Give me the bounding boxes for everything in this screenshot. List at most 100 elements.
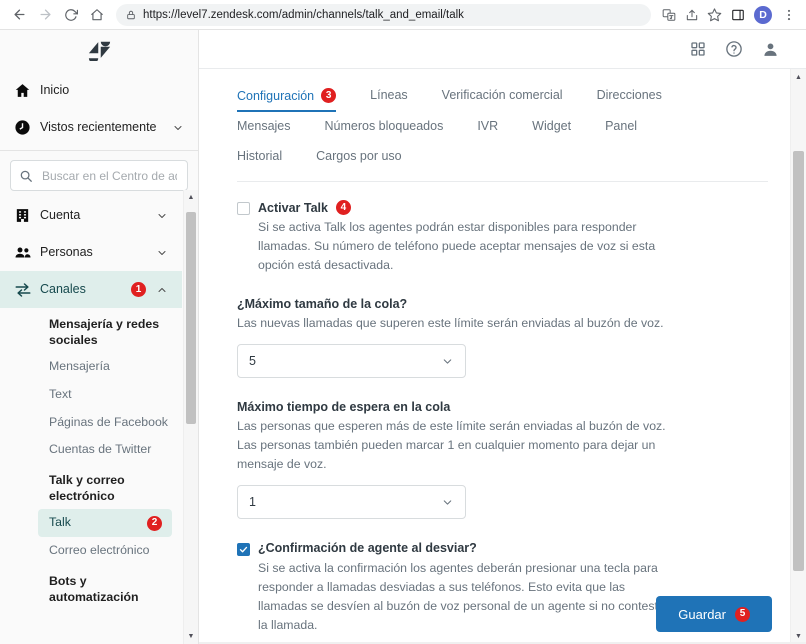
chevron-down-icon[interactable] bbox=[156, 210, 168, 222]
status-badge: 1 bbox=[131, 282, 146, 297]
profile-avatar[interactable]: D bbox=[754, 5, 772, 24]
tab-lineas[interactable]: Líneas bbox=[370, 81, 408, 111]
grid-apps-icon[interactable] bbox=[680, 34, 716, 64]
tab-label: Números bloqueados bbox=[324, 119, 444, 133]
sidebar-subitem-label: Talk bbox=[49, 515, 71, 530]
tab-label: IVR bbox=[477, 119, 499, 133]
sidebar-search-wrapper bbox=[0, 151, 198, 197]
search-box[interactable] bbox=[10, 160, 188, 191]
lock-icon bbox=[126, 10, 136, 20]
three-dots-menu-icon[interactable] bbox=[777, 3, 800, 26]
save-button-label: Guardar bbox=[678, 606, 726, 622]
browser-action-icons: D bbox=[657, 3, 800, 26]
tab-numeros-bloqueados[interactable]: Números bloqueados bbox=[325, 112, 444, 142]
main-scrollbar-thumb[interactable] bbox=[793, 151, 804, 571]
sidebar-subitem-label: Mensajería bbox=[49, 358, 110, 373]
user-avatar-icon[interactable] bbox=[752, 34, 788, 64]
address-bar[interactable]: https://level7.zendesk.com/admin/channel… bbox=[116, 3, 651, 26]
sidebar-subitem-label: Correo electrónico bbox=[49, 543, 150, 558]
field-help-text: Si se activa Talk los agentes podrán est… bbox=[258, 220, 656, 273]
sidebar-subitem-label: Páginas de Facebook bbox=[49, 414, 168, 429]
content-area: Configuración 3 Líneas Verificación come… bbox=[199, 69, 806, 644]
sidebar-group-heading: Bots y automatización bbox=[49, 573, 139, 604]
side-panel-icon[interactable] bbox=[726, 3, 749, 26]
sidebar-item-talk[interactable]: Talk 2 bbox=[38, 509, 172, 538]
scroll-up-arrow-icon[interactable]: ▲ bbox=[184, 190, 198, 205]
sidebar-item-label: Canales bbox=[40, 281, 86, 296]
tab-ivr[interactable]: IVR bbox=[477, 112, 498, 142]
field-help-text: Las personas que esperen más de este lím… bbox=[237, 419, 666, 472]
status-badge: 4 bbox=[335, 200, 351, 215]
scroll-down-arrow-icon[interactable]: ▼ bbox=[184, 629, 198, 644]
agent-confirmation-help-wrapper: Si se activa la confirmación los agentes… bbox=[237, 559, 669, 635]
checkbox-row-agent-confirmation[interactable]: ¿Confirmación de agente al desviar? bbox=[237, 541, 669, 557]
star-icon[interactable] bbox=[703, 3, 726, 26]
chevron-up-icon[interactable] bbox=[156, 284, 168, 296]
activar-talk-checkbox[interactable] bbox=[237, 202, 250, 215]
channels-icon bbox=[14, 281, 40, 299]
sidebar-item-canales[interactable]: Canales 1 bbox=[0, 271, 182, 308]
share-icon[interactable] bbox=[680, 3, 703, 26]
zendesk-logo-icon bbox=[88, 41, 110, 61]
field-agent-confirmation: ¿Confirmación de agente al desviar? Si s… bbox=[237, 541, 669, 635]
form-footer: Guardar 5 bbox=[656, 596, 772, 632]
tab-widget[interactable]: Widget bbox=[532, 112, 571, 142]
tab-row-1: Configuración 3 Líneas Verificación come… bbox=[237, 81, 790, 112]
forward-arrow-icon[interactable] bbox=[32, 2, 58, 28]
search-icon bbox=[19, 169, 33, 183]
check-icon bbox=[239, 547, 248, 553]
tab-cargos-por-uso[interactable]: Cargos por uso bbox=[316, 142, 401, 172]
tab-configuracion[interactable]: Configuración 3 bbox=[237, 81, 337, 112]
reload-icon[interactable] bbox=[58, 2, 84, 28]
sidebar-item-cuenta[interactable]: Cuenta bbox=[0, 197, 182, 234]
sidebar-group-heading: Mensajería y redes sociales bbox=[49, 317, 160, 347]
sidebar-item-mensajeria[interactable]: Mensajería bbox=[0, 353, 182, 381]
chevron-down-icon[interactable] bbox=[156, 247, 168, 259]
sidebar-item-vistos-recientemente[interactable]: Vistos recientemente bbox=[0, 109, 198, 146]
field-title: ¿Confirmación de agente al desviar? bbox=[258, 541, 477, 556]
tab-direcciones[interactable]: Direcciones bbox=[597, 81, 662, 111]
tab-label: Panel bbox=[605, 119, 638, 133]
field-label: ¿Máximo tamaño de la cola? bbox=[237, 297, 408, 312]
sidebar-item-text[interactable]: Text bbox=[0, 381, 182, 409]
tab-panel[interactable]: Panel bbox=[605, 112, 637, 142]
sidebar-item-paginas-de-facebook[interactable]: Páginas de Facebook bbox=[0, 409, 182, 437]
tab-verificacion-comercial[interactable]: Verificación comercial bbox=[442, 81, 563, 111]
sidebar-item-personas[interactable]: Personas bbox=[0, 234, 182, 271]
building-icon bbox=[14, 207, 40, 224]
agent-confirmation-checkbox[interactable] bbox=[237, 543, 250, 557]
selected-value: 1 bbox=[249, 495, 256, 510]
help-circle-icon[interactable] bbox=[716, 34, 752, 64]
tab-mensajes[interactable]: Mensajes bbox=[237, 112, 291, 142]
home-icon bbox=[14, 82, 40, 99]
status-badge: 5 bbox=[735, 606, 750, 622]
search-input[interactable] bbox=[40, 167, 179, 184]
sidebar-item-label: Inicio bbox=[40, 82, 70, 97]
field-title: Activar Talk bbox=[258, 200, 328, 215]
settings-form: Activar Talk 4 Si se activa Talk los age… bbox=[199, 182, 669, 636]
checkbox-row-activar-talk[interactable]: Activar Talk 4 bbox=[237, 200, 669, 215]
chevron-down-icon[interactable] bbox=[172, 122, 184, 134]
sidebar-scrollbar[interactable]: ▲ ▼ bbox=[183, 190, 198, 644]
sidebar-item-correo-electronico[interactable]: Correo electrónico bbox=[0, 537, 182, 565]
sidebar-item-cuentas-de-twitter[interactable]: Cuentas de Twitter bbox=[0, 436, 182, 464]
sidebar-item-label: Vistos recientemente bbox=[40, 119, 157, 134]
main-panel: Configuración 3 Líneas Verificación come… bbox=[199, 30, 806, 644]
tab-historial[interactable]: Historial bbox=[237, 142, 282, 172]
zendesk-logo[interactable] bbox=[0, 30, 198, 69]
queue-wait-select[interactable]: 1 bbox=[237, 485, 466, 520]
main-scrollbar[interactable]: ▲ ▼ bbox=[790, 69, 806, 644]
back-arrow-icon[interactable] bbox=[6, 2, 32, 28]
chevron-down-icon[interactable] bbox=[441, 496, 454, 509]
tab-row-3: Historial Cargos por uso bbox=[237, 142, 790, 172]
status-badge: 3 bbox=[321, 88, 337, 103]
scroll-up-arrow-icon[interactable]: ▲ bbox=[791, 69, 806, 85]
save-button[interactable]: Guardar 5 bbox=[656, 596, 772, 632]
chevron-down-icon[interactable] bbox=[441, 355, 454, 368]
sidebar-item-label: Personas bbox=[40, 244, 93, 259]
home-icon[interactable] bbox=[84, 2, 110, 28]
sidebar-scrollbar-thumb[interactable] bbox=[186, 212, 196, 424]
sidebar-item-inicio[interactable]: Inicio bbox=[0, 72, 198, 109]
queue-size-select[interactable]: 5 bbox=[237, 344, 466, 379]
translate-icon[interactable] bbox=[657, 3, 680, 26]
